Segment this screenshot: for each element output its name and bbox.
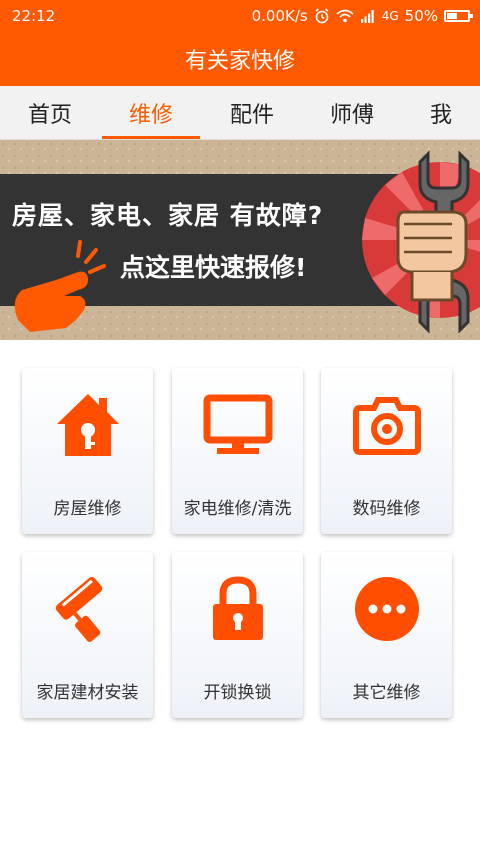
- tab-repair[interactable]: 维修: [102, 86, 200, 139]
- service-label: 其它维修: [352, 683, 421, 703]
- service-label: 开锁换锁: [203, 683, 272, 703]
- tab-label: 我: [429, 102, 452, 128]
- tab-label: 师傅: [329, 102, 374, 128]
- tab-home[interactable]: 首页: [0, 86, 100, 139]
- tab-me[interactable]: 我: [402, 86, 480, 139]
- banner-subline: 点这里快速报修!: [120, 253, 307, 282]
- network-type: 4G: [381, 9, 399, 23]
- service-label: 数码维修: [352, 499, 421, 519]
- alarm-icon: [315, 8, 329, 24]
- tab-label: 维修: [128, 102, 173, 128]
- battery-percent: 50%: [404, 7, 438, 25]
- service-label: 房屋维修: [53, 499, 122, 519]
- banner-graphic: [0, 140, 480, 340]
- more-icon: [354, 577, 419, 641]
- tab-label: 配件: [229, 102, 274, 128]
- service-label: 家电维修/清洗: [183, 499, 292, 519]
- service-house-repair[interactable]: 房屋维修: [22, 368, 153, 534]
- wifi-icon: [336, 9, 354, 23]
- house-icon: [56, 394, 119, 456]
- battery-icon: [444, 10, 473, 22]
- status-time: 22:12: [12, 7, 56, 25]
- app-title-bar: 有关家快修: [0, 32, 480, 86]
- app-title: 有关家快修: [184, 49, 295, 74]
- tab-bar: 首页 维修 配件 师傅 我: [0, 86, 480, 140]
- service-label: 家居建材安装: [36, 683, 139, 703]
- service-lock[interactable]: 开锁换锁: [172, 552, 303, 718]
- network-speed: 0.00K/s: [251, 7, 308, 25]
- tab-masters[interactable]: 师傅: [302, 86, 402, 139]
- monitor-icon: [203, 394, 272, 454]
- camera-icon: [352, 397, 421, 455]
- service-appliance-repair[interactable]: 家电维修/清洗: [172, 368, 303, 534]
- repair-banner[interactable]: 房屋、家电、家居 有故障? 点这里快速报修!: [0, 140, 480, 340]
- signal-icon: [360, 10, 374, 23]
- service-digital-repair[interactable]: 数码维修: [321, 368, 452, 534]
- service-home-install[interactable]: 家居建材安装: [22, 552, 153, 718]
- tab-parts[interactable]: 配件: [202, 86, 302, 139]
- banner-headline: 房屋、家电、家居 有故障?: [12, 201, 324, 230]
- paint-roller-icon: [55, 576, 102, 642]
- service-other[interactable]: 其它维修: [321, 552, 452, 718]
- status-bar: 22:12 0.00K/s 4G 50%: [0, 0, 480, 32]
- tab-label: 首页: [27, 102, 72, 128]
- lock-icon: [212, 576, 263, 640]
